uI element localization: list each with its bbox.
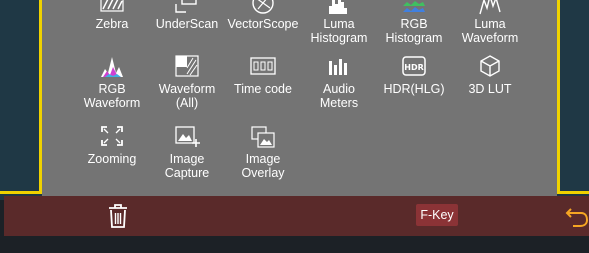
menu-item-3d-lut[interactable]: 3D LUT bbox=[452, 53, 528, 97]
menu-item-underscan[interactable]: UnderScan bbox=[149, 0, 225, 32]
image-capture-icon bbox=[149, 123, 225, 153]
menu-item-label: Zebra bbox=[95, 17, 129, 31]
image-overlay-icon bbox=[225, 123, 301, 153]
menu-item-label: Waveform (All) bbox=[158, 82, 216, 110]
hdr-icon: HDR bbox=[376, 53, 452, 83]
underscan-icon bbox=[149, 0, 225, 18]
return-arrow-icon bbox=[565, 208, 589, 227]
rgb-histogram-icon bbox=[376, 0, 452, 18]
menu-item-label: RGB Waveform bbox=[83, 82, 141, 110]
right-safe-area-marker bbox=[557, 0, 589, 194]
time-code-icon bbox=[225, 53, 301, 83]
menu-item-luma-waveform[interactable]: Luma Waveform bbox=[452, 0, 528, 45]
trash-icon bbox=[109, 204, 127, 228]
menu-item-waveform-all[interactable]: Waveform (All) bbox=[149, 53, 225, 110]
footer-bar bbox=[4, 196, 589, 236]
svg-text:HDR: HDR bbox=[404, 63, 424, 72]
menu-item-image-overlay[interactable]: Image Overlay bbox=[225, 123, 301, 180]
menu-item-label: VectorScope bbox=[227, 17, 299, 31]
left-safe-area-marker bbox=[0, 0, 42, 194]
menu-item-label: UnderScan bbox=[155, 17, 219, 31]
zebra-icon bbox=[74, 0, 150, 18]
zoom-corners-icon bbox=[74, 123, 150, 153]
cube-icon bbox=[452, 53, 528, 83]
delete-button[interactable] bbox=[104, 201, 132, 231]
menu-item-label: 3D LUT bbox=[468, 82, 512, 96]
menu-item-vectorscope[interactable]: VectorScope bbox=[225, 0, 301, 32]
luma-histogram-icon bbox=[301, 0, 377, 18]
menu-item-time-code[interactable]: Time code bbox=[225, 53, 301, 97]
menu-item-label: Luma Waveform bbox=[461, 17, 519, 45]
menu-item-label: Audio Meters bbox=[319, 82, 359, 110]
menu-item-hdr-hlg[interactable]: HDR HDR(HLG) bbox=[376, 53, 452, 97]
back-button[interactable] bbox=[565, 203, 589, 229]
vectorscope-icon bbox=[225, 0, 301, 18]
menu-item-label: Image Overlay bbox=[241, 152, 285, 180]
menu-item-zooming[interactable]: Zooming bbox=[74, 123, 150, 167]
menu-item-label: Zooming bbox=[87, 152, 137, 166]
menu-item-image-capture[interactable]: Image Capture bbox=[149, 123, 225, 180]
menu-item-label: RGB Histogram bbox=[385, 17, 443, 45]
menu-item-luma-histogram[interactable]: Luma Histogram bbox=[301, 0, 377, 45]
menu-item-rgb-histogram[interactable]: RGB Histogram bbox=[376, 0, 452, 45]
menu-item-label: Time code bbox=[234, 82, 292, 96]
menu-item-label: Image Capture bbox=[164, 152, 210, 180]
fkey-button[interactable]: F-Key bbox=[416, 204, 458, 226]
menu-item-audio-meters[interactable]: Audio Meters bbox=[301, 53, 377, 110]
audio-meters-icon bbox=[301, 53, 377, 83]
luma-waveform-icon bbox=[452, 0, 528, 18]
waveform-all-icon bbox=[149, 53, 225, 83]
menu-item-label: Luma Histogram bbox=[310, 17, 368, 45]
menu-item-rgb-waveform[interactable]: RGB Waveform bbox=[74, 53, 150, 110]
menu-item-zebra[interactable]: Zebra bbox=[74, 0, 150, 32]
rgb-waveform-icon bbox=[74, 53, 150, 83]
menu-item-label: HDR(HLG) bbox=[383, 82, 445, 96]
